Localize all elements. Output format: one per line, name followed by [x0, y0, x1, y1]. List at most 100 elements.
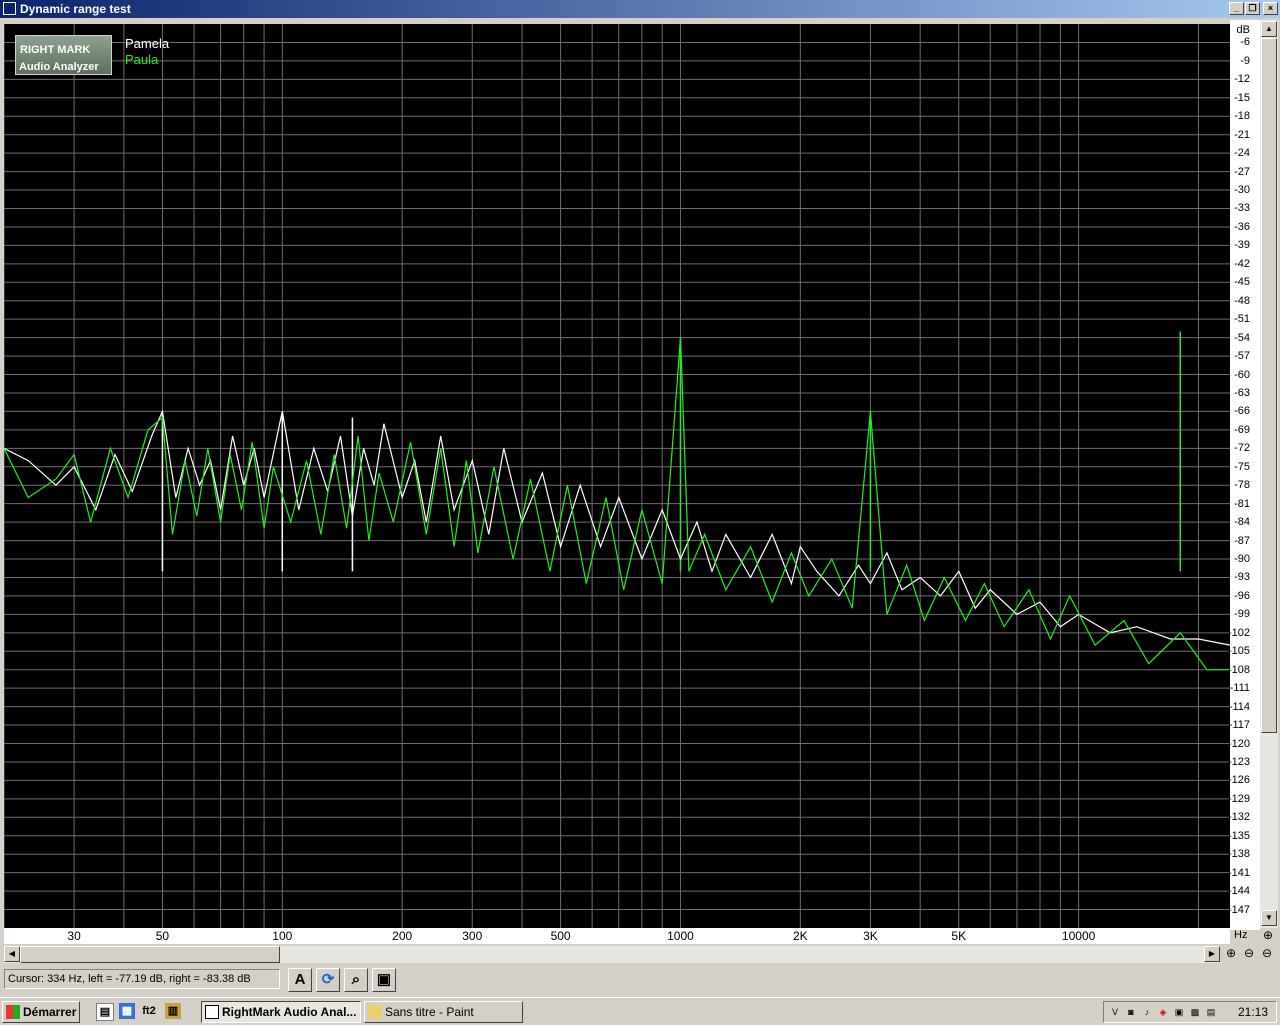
y-tick-label: -87	[1234, 534, 1250, 547]
y-tick-label: -96	[1234, 589, 1250, 602]
scroll-down-button[interactable]: ▼	[1261, 910, 1277, 926]
y-tick-label: -45	[1234, 276, 1250, 289]
y-tick-label: -132	[1227, 811, 1250, 824]
scroll-right-button[interactable]: ▶	[1204, 946, 1220, 962]
quicklaunch-ft2-icon[interactable]: ft2	[141, 1003, 157, 1019]
x-tick-label: 3K	[863, 929, 878, 943]
zoom-fit-icon[interactable]: ⊕	[1260, 928, 1276, 944]
legend-pamela: Pamela	[125, 36, 170, 51]
font-button[interactable]: A	[288, 968, 312, 992]
x-tick-label: 500	[550, 929, 571, 943]
tray-icon[interactable]: ▤	[1204, 1005, 1218, 1019]
y-tick-label: -99	[1234, 608, 1250, 621]
x-tick-label: 100	[272, 929, 293, 943]
window-title: Dynamic range test	[20, 2, 131, 16]
series-line-pamela	[4, 409, 1230, 646]
y-tick-label: -147	[1227, 903, 1250, 916]
x-tick-label: 200	[392, 929, 413, 943]
paint-task-icon	[368, 1005, 382, 1019]
y-tick-label: -39	[1234, 239, 1250, 252]
cursor-readout: Cursor: 334 Hz, left = -77.19 dB, right …	[4, 969, 280, 989]
y-tick-label: -15	[1234, 91, 1250, 104]
y-tick-label: -51	[1234, 313, 1250, 326]
vertical-scroll-thumb[interactable]	[1261, 38, 1277, 733]
y-tick-label: -75	[1234, 460, 1250, 473]
x-tick-label: 5K	[951, 929, 967, 943]
magnifier-button[interactable]: ⌕	[344, 968, 368, 992]
logo-line1: RIGHT MARK	[20, 44, 90, 56]
y-tick-label: -33	[1234, 202, 1250, 215]
zoom-in-icon[interactable]: ⊕	[1223, 946, 1239, 962]
horizontal-scroll-thumb[interactable]	[20, 946, 280, 963]
horizontal-scrollbar[interactable]: ◀ ▶	[4, 946, 1220, 963]
y-tick-label: -126	[1227, 774, 1250, 787]
y-tick-label: -36	[1234, 220, 1250, 233]
taskbar: Démarrer ▤ ▦ ft2 ▥ RightMark Audio Anal.…	[0, 997, 1280, 1025]
x-tick-label: 10000	[1061, 929, 1096, 943]
scroll-up-button[interactable]: ▲	[1261, 21, 1277, 37]
minimize-button[interactable]: _	[1229, 2, 1244, 15]
task-paint[interactable]: Sans titre - Paint	[364, 1001, 523, 1023]
y-tick-label: -12	[1234, 73, 1250, 86]
y-tick-label: -24	[1234, 147, 1250, 160]
start-button[interactable]: Démarrer	[2, 1001, 80, 1023]
y-tick-label: -78	[1234, 479, 1250, 492]
y-tick-label: -48	[1234, 294, 1250, 307]
close-button[interactable]: ×	[1263, 2, 1278, 15]
y-tick-label: -66	[1234, 405, 1250, 418]
tray-icon[interactable]: ▣	[1172, 1005, 1186, 1019]
x-tick-label: 50	[155, 929, 170, 943]
y-tick-label: -144	[1227, 885, 1250, 898]
spectrum-plot[interactable]	[4, 24, 1230, 928]
x-axis: 30 50 100 200 300 500 1000 2K 3K 5K 10000	[4, 928, 1230, 944]
window-title-bar[interactable]: Dynamic range test _ ❐ ×	[0, 0, 1280, 18]
y-tick-label: -123	[1227, 755, 1250, 768]
y-tick-label: -81	[1234, 497, 1250, 510]
scroll-left-button[interactable]: ◀	[4, 946, 20, 962]
y-tick-label: -102	[1227, 626, 1250, 639]
quicklaunch-app-icon[interactable]: ▥	[165, 1003, 181, 1019]
x-axis-unit: Hz	[1234, 929, 1248, 941]
tray-icon[interactable]: ◈	[1156, 1005, 1170, 1019]
spectrum-chart	[4, 24, 1230, 928]
y-tick-label: -60	[1234, 368, 1250, 381]
volume-icon[interactable]: ♪	[1140, 1005, 1154, 1019]
y-tick-label: -6	[1240, 36, 1250, 49]
tray-icon[interactable]: ◙	[1124, 1005, 1138, 1019]
task-rightmark[interactable]: RightMark Audio Anal...	[201, 1001, 361, 1023]
windows-logo-icon	[6, 1005, 20, 1019]
quicklaunch-explorer-icon[interactable]: ▦	[119, 1003, 135, 1019]
vertical-scrollbar[interactable]: ▲ ▼	[1260, 20, 1278, 928]
x-tick-label: 1000	[667, 929, 694, 943]
y-tick-label: -21	[1234, 128, 1250, 141]
zoom-reset-icon[interactable]: ⊖	[1259, 946, 1275, 962]
y-tick-label: -57	[1234, 350, 1250, 363]
y-tick-label: -63	[1234, 386, 1250, 399]
x-tick-label: 2K	[792, 929, 808, 943]
restore-button[interactable]: ❐	[1245, 2, 1260, 15]
y-tick-label: -111	[1229, 682, 1250, 695]
quicklaunch-desktop-icon[interactable]: ▤	[96, 1003, 114, 1021]
y-tick-label: -129	[1227, 792, 1250, 805]
refresh-button[interactable]: ⟳	[316, 968, 340, 992]
y-axis-unit: dB	[1236, 24, 1250, 36]
y-tick-label: -120	[1227, 737, 1250, 750]
x-tick-label: 30	[67, 929, 81, 943]
clock: 21:13	[1237, 1005, 1268, 1019]
y-tick-label: -114	[1228, 700, 1250, 713]
y-tick-label: -135	[1227, 829, 1250, 842]
y-tick-label: -42	[1234, 257, 1250, 270]
y-tick-label: -30	[1234, 184, 1250, 197]
tray-icon[interactable]: V	[1108, 1005, 1122, 1019]
task-paint-label: Sans titre - Paint	[385, 1005, 474, 1019]
y-tick-label: -138	[1227, 848, 1250, 861]
tray-icon[interactable]: ▩	[1188, 1005, 1202, 1019]
x-tick-label: 300	[462, 929, 483, 943]
system-tray: V ◙ ♪ ◈ ▣ ▩ ▤ 21:13	[1103, 1001, 1277, 1023]
start-label: Démarrer	[23, 1005, 77, 1019]
zoom-out-icon[interactable]: ⊖	[1241, 946, 1257, 962]
y-tick-label: -54	[1234, 331, 1250, 344]
y-tick-label: -108	[1227, 663, 1250, 676]
y-tick-label: -9	[1240, 54, 1250, 67]
save-button[interactable]: ▣	[372, 968, 396, 992]
